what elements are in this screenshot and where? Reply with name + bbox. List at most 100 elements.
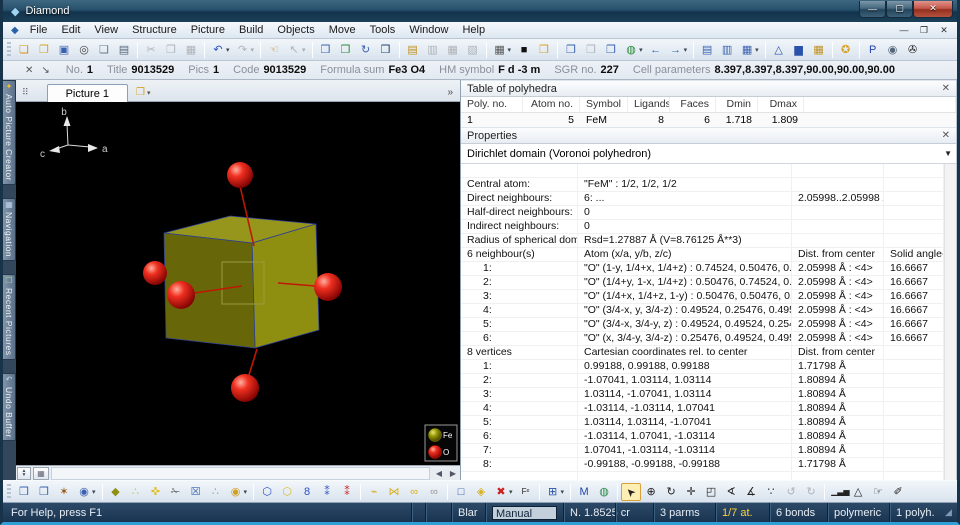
mdi-minimize-button[interactable]: — (895, 24, 913, 37)
resize-grip[interactable]: ◢ (945, 503, 957, 522)
render-photo-button[interactable]: ◉ (883, 41, 903, 59)
ring-search-gray-button[interactable]: ∞ (424, 483, 444, 501)
menu-build[interactable]: Build (232, 23, 270, 37)
scroll-right-arrow[interactable]: ▶ (446, 469, 460, 478)
tilt-y-mode-button[interactable]: ∡ (741, 483, 761, 501)
view-mode-button[interactable]: ◉▾ (74, 483, 99, 501)
destroy-adjacency-button[interactable]: ☒ (186, 483, 206, 501)
walk-mode-button[interactable]: ∵ (761, 483, 781, 501)
menu-help[interactable]: Help (455, 23, 492, 37)
properties-close-icon[interactable]: ✕ (942, 130, 950, 141)
diagram-triangle-button[interactable]: △ (769, 41, 789, 59)
menu-tools[interactable]: Tools (363, 23, 403, 37)
sidebar-tab-undo-buffer[interactable]: ↶Undo Buffer (3, 373, 16, 442)
tab-picture-1[interactable]: Picture 1 (47, 84, 128, 102)
picture-bitmap-button[interactable]: ■ (514, 41, 534, 59)
table-grid-button[interactable]: ▦▾ (490, 41, 515, 59)
video-tracking-button[interactable]: ✇ (903, 41, 923, 59)
globe-picture-button[interactable]: ◍ (594, 483, 614, 501)
nav-forward-button[interactable]: →▾ (666, 41, 691, 59)
bond-network-button[interactable]: ⋈ (384, 483, 404, 501)
dataset-close-button[interactable]: ✕ (25, 65, 33, 76)
polygon-blue-button[interactable]: ⬡ (257, 483, 277, 501)
new-structure-picture-button[interactable]: ❒ (316, 41, 336, 59)
add-polyhedron-button[interactable]: ◆ (106, 483, 126, 501)
atom-group-button[interactable]: ∴ (126, 483, 146, 501)
pan-tool-button[interactable]: ☜ (264, 41, 284, 59)
select-mode-button[interactable]: ➤ (621, 483, 641, 501)
measure-angle-button[interactable]: △ (848, 483, 868, 501)
measure-free-button[interactable]: ✐ (888, 483, 908, 501)
molecule-mode-button[interactable]: M (574, 483, 594, 501)
sidebar-tab-recent-pictures[interactable]: ❒Recent Pictures (3, 274, 16, 360)
close-button[interactable]: ✕ (913, 1, 953, 18)
unit-cell-button[interactable]: □ (451, 483, 471, 501)
tab-list-icon[interactable]: ⠿ (20, 87, 35, 101)
refresh-picture-button[interactable]: ↻ (356, 41, 376, 59)
frame-scroll-track[interactable] (51, 467, 430, 480)
structure-viewport[interactable]: b a c (16, 102, 460, 465)
undo-button[interactable]: ↶▾ (208, 41, 233, 59)
polyhedra-close-icon[interactable]: ✕ (942, 83, 950, 94)
destroy-all-button[interactable]: ✖▾ (491, 483, 516, 501)
dataset-goto-button[interactable]: ↘ (41, 65, 49, 76)
packing-button[interactable]: ⊞▾ (543, 483, 568, 501)
measure-pick-button[interactable]: ☞ (868, 483, 888, 501)
scroll-left-arrow[interactable]: ◀ (432, 469, 446, 478)
broken-contacts-red-button[interactable]: ⁑ (337, 483, 357, 501)
table-row[interactable]: 15FeM861.7181.809 (461, 113, 956, 127)
atom-o-left-back[interactable] (143, 261, 167, 285)
diagram-sheet-button[interactable]: ▦ (809, 41, 829, 59)
measure-histogram-button[interactable]: ▁▃▅ (828, 483, 848, 501)
translate-mode-button[interactable]: ✛ (681, 483, 701, 501)
ring-search-button[interactable]: ∞ (404, 483, 424, 501)
save-file-button[interactable]: ▣ (54, 41, 74, 59)
atom-o-left-front[interactable] (167, 281, 195, 309)
picture-duplicate-button[interactable]: ❐ (34, 483, 54, 501)
menu-move[interactable]: Move (322, 23, 363, 37)
menu-edit[interactable]: Edit (54, 23, 87, 37)
web-export-button[interactable]: ◍▾ (621, 41, 646, 59)
blank-picture-button[interactable]: ❒ (376, 41, 396, 59)
build-toolbar-grip[interactable] (7, 484, 11, 500)
menu-structure[interactable]: Structure (125, 23, 184, 37)
print-preview-button[interactable]: ❏ (94, 41, 114, 59)
print-button[interactable]: ▤ (114, 41, 134, 59)
sphere-pair-button[interactable]: 8 (297, 483, 317, 501)
new-picture-button[interactable]: ❒ (534, 41, 554, 59)
nav-back-button[interactable]: ← (646, 41, 666, 59)
polygon-yellow-button[interactable]: ⬡ (277, 483, 297, 501)
zoom-mode-button[interactable]: ◰ (701, 483, 721, 501)
broken-contacts-button[interactable]: ⁑ (317, 483, 337, 501)
new-file-button[interactable]: ❏ (14, 41, 34, 59)
fe-bond-button[interactable]: Fᵉ (516, 483, 536, 501)
tab-overflow-button[interactable]: » (444, 87, 456, 101)
menu-view[interactable]: View (87, 23, 125, 37)
coordination-sphere-button[interactable]: ◉▾ (226, 483, 251, 501)
open-file-button[interactable]: ❐ (34, 41, 54, 59)
open-in-browser-button[interactable]: ❒ (336, 41, 356, 59)
atom-o-top[interactable] (227, 162, 253, 188)
find-button[interactable]: ◎ (74, 41, 94, 59)
frame-grid-button[interactable]: ▦ (33, 467, 49, 480)
rotate-z-mode-button[interactable]: ↻ (661, 483, 681, 501)
structure-datasheet-button[interactable]: ▤ (403, 41, 423, 59)
linked-picture-button[interactable]: ❒ (561, 41, 581, 59)
atom-group-gray-button[interactable]: ∴ (206, 483, 226, 501)
frame-spinner[interactable]: ▲▼ (17, 467, 31, 480)
build-tools-button[interactable]: ✶ (54, 483, 74, 501)
powder-pattern-button[interactable]: P (863, 41, 883, 59)
atom-o-right[interactable] (314, 273, 342, 301)
picture-wizard-button[interactable]: ✪ (836, 41, 856, 59)
combo-dropdown-icon[interactable]: ▼ (944, 149, 952, 158)
mdi-close-button[interactable]: ✕ (935, 24, 953, 37)
layout-table-button[interactable]: ▦▾ (737, 41, 762, 59)
menu-picture[interactable]: Picture (184, 23, 232, 37)
add-atom-button[interactable]: ✜ (146, 483, 166, 501)
new-picture-tab-button[interactable]: ❒ ▾ (136, 87, 150, 101)
menu-window[interactable]: Window (402, 23, 455, 37)
sidebar-tab-navigation[interactable]: ▦Navigation (3, 198, 16, 261)
fill-cell-button[interactable]: ◈ (471, 483, 491, 501)
mdi-restore-button[interactable]: ❐ (915, 24, 933, 37)
toolbar-grip[interactable] (7, 42, 11, 58)
